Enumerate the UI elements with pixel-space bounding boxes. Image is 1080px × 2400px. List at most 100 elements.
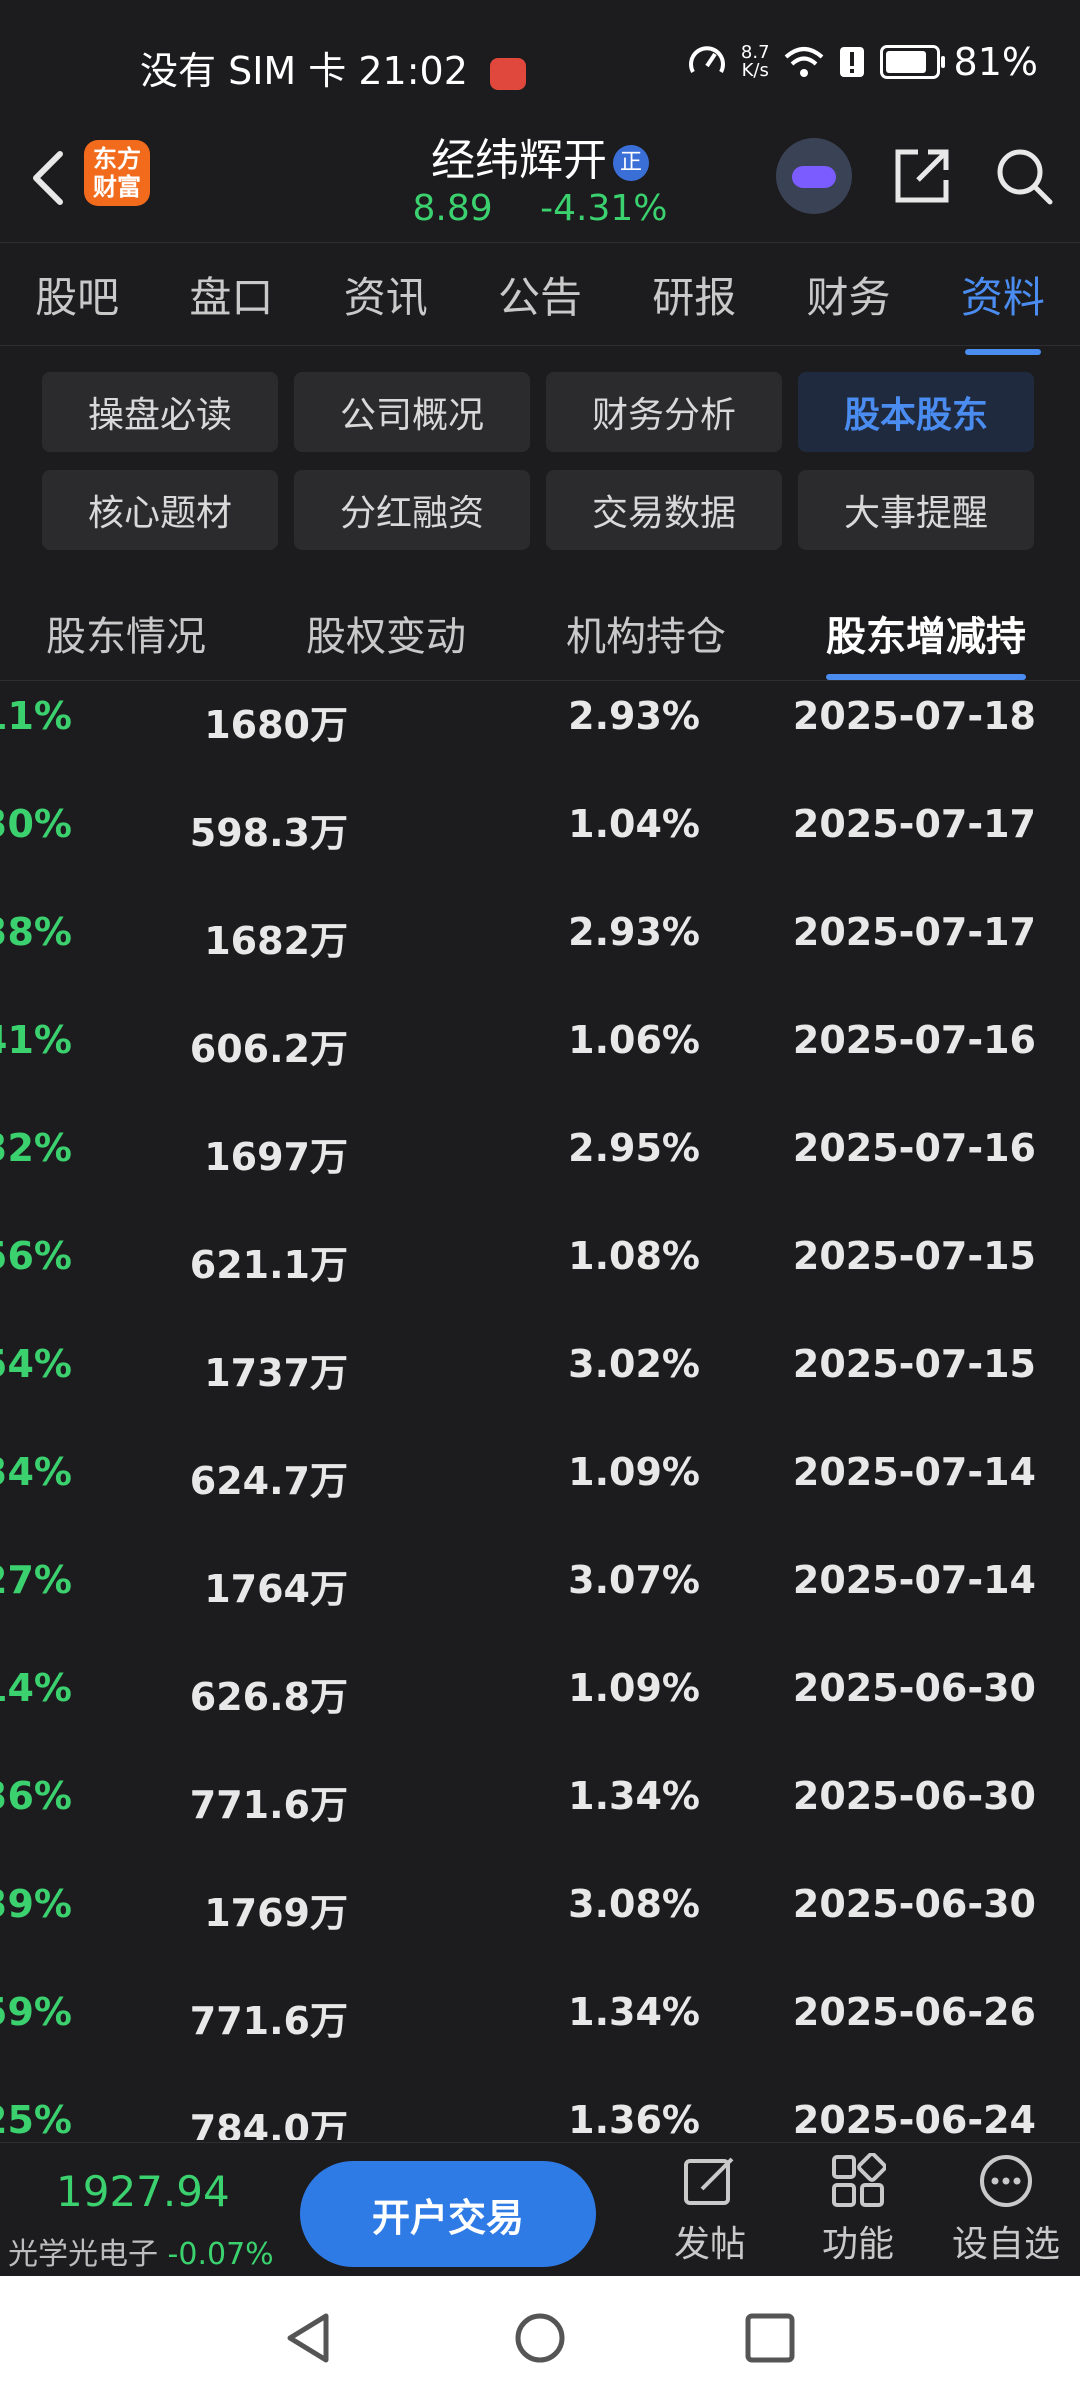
tab-pankou[interactable]: 盘口 — [179, 264, 283, 325]
btn-event-reminders[interactable]: 大事提醒 — [798, 470, 1034, 550]
sector-index[interactable]: 光学光电子 -0.07% — [8, 2229, 274, 2273]
nav-back-icon[interactable] — [280, 2310, 336, 2366]
stock-header: 东方 财富 经纬辉开正 8.89 -4.31% — [0, 120, 1080, 240]
add-watchlist-button[interactable]: 设自选 — [946, 2153, 1066, 2267]
sec-tab-equity-changes[interactable]: 股权变动 — [306, 604, 466, 662]
status-left: 没有 SIM 卡 21:02 — [140, 40, 526, 95]
change-ratio: 59% — [0, 1990, 72, 2034]
share-percent: 1.34% — [568, 1990, 700, 2034]
table-row: 11% 1680万 2.93% 2025-07-18 — [0, 660, 1080, 768]
table-row: 32% 1697万 2.95% 2025-07-16 — [0, 1092, 1080, 1200]
app-notification-icon — [489, 57, 526, 90]
edit-icon — [684, 2157, 734, 2205]
change-date: 2025-07-17 — [792, 910, 1036, 954]
table-row: 39% 1769万 3.08% 2025-06-30 — [0, 1848, 1080, 1956]
post-label: 发帖 — [673, 2224, 746, 2265]
sec-tab-institutions[interactable]: 机构持仓 — [566, 604, 726, 662]
net-speed-unit: K/s — [741, 60, 769, 81]
share-percent: 2.95% — [568, 1126, 700, 1170]
tab-guba[interactable]: 股吧 — [25, 264, 129, 325]
table-row: 38% 1682万 2.93% 2025-07-17 — [0, 876, 1080, 984]
grid-icon — [832, 2153, 886, 2207]
shares-held: 1737万 — [204, 1351, 348, 1395]
tab-news[interactable]: 资讯 — [334, 264, 438, 325]
wifi-icon — [784, 47, 823, 77]
carrier-text: 没有 SIM 卡 — [140, 49, 347, 93]
change-ratio: 38% — [0, 910, 72, 954]
btn-shares-holders[interactable]: 股本股东 — [798, 372, 1034, 452]
change-ratio: 56% — [0, 1234, 72, 1278]
btn-core-themes[interactable]: 核心题材 — [42, 470, 278, 550]
more-icon — [980, 2155, 1032, 2207]
share-percent: 1.08% — [568, 1234, 700, 1278]
clock: 21:02 — [358, 49, 468, 93]
shares-held: 1680万 — [204, 703, 348, 747]
change-date: 2025-07-16 — [792, 1018, 1036, 1062]
sector-name: 光学光电子 — [8, 2237, 158, 2272]
shares-held: 624.7万 — [189, 1459, 348, 1503]
table-row: 34% 624.7万 1.09% 2025-07-14 — [0, 1416, 1080, 1524]
tab-announcements[interactable]: 公告 — [488, 264, 592, 325]
btn-financial-analysis[interactable]: 财务分析 — [546, 372, 782, 452]
shares-held: 1769万 — [204, 1891, 348, 1935]
nav-recents-icon[interactable] — [742, 2310, 798, 2366]
holder-changes-table[interactable]: 11% 1680万 2.93% 2025-07-18 30% 598.3万 1.04% 20… — [0, 660, 1080, 2140]
table-row: 54% 1737万 3.02% 2025-07-15 — [0, 1308, 1080, 1416]
ai-assistant-icon[interactable] — [776, 138, 852, 214]
share-percent: 1.09% — [568, 1666, 700, 1710]
tab-profile[interactable]: 资料 — [951, 264, 1055, 355]
btn-dividends-financing[interactable]: 分红融资 — [294, 470, 530, 550]
change-ratio: 36% — [0, 1774, 72, 1818]
change-date: 2025-07-17 — [792, 802, 1036, 846]
sec-tab-holders[interactable]: 股东情况 — [46, 604, 206, 662]
post-button[interactable]: 发帖 — [650, 2153, 770, 2267]
change-date: 2025-07-16 — [792, 1126, 1036, 1170]
share-percent: 1.36% — [568, 2098, 700, 2140]
change-date: 2025-07-18 — [792, 694, 1036, 738]
status-right: 8.7 K/s 81% — [687, 40, 1038, 84]
tab-finance[interactable]: 财务 — [797, 264, 901, 325]
open-account-button[interactable]: 开户交易 — [300, 2161, 596, 2267]
shares-held: 621.1万 — [189, 1243, 348, 1287]
share-percent: 3.08% — [568, 1882, 700, 1926]
change-date: 2025-07-14 — [792, 1450, 1036, 1494]
change-ratio: 11% — [0, 694, 72, 738]
share-percent: 2.93% — [568, 694, 700, 738]
change-date: 2025-06-24 — [792, 2098, 1036, 2140]
share-percent: 1.34% — [568, 1774, 700, 1818]
functions-button[interactable]: 功能 — [798, 2153, 918, 2267]
btn-company-overview[interactable]: 公司概况 — [294, 372, 530, 452]
change-ratio: 14% — [0, 1666, 72, 1710]
share-percent: 1.09% — [568, 1450, 700, 1494]
table-row: 14% 626.8万 1.09% 2025-06-30 — [0, 1632, 1080, 1740]
add-watchlist-label: 设自选 — [951, 2224, 1060, 2265]
change-date: 2025-06-30 — [792, 1774, 1036, 1818]
change-ratio: 54% — [0, 1342, 72, 1386]
nav-home-icon[interactable] — [512, 2310, 568, 2366]
share-percent: 1.04% — [568, 802, 700, 846]
table-row: 25% 784.0万 1.36% 2025-06-24 — [0, 2064, 1080, 2140]
change-date: 2025-07-14 — [792, 1558, 1036, 1602]
search-icon[interactable] — [992, 144, 1056, 208]
share-percent: 2.93% — [568, 910, 700, 954]
share-icon[interactable] — [890, 144, 954, 208]
btn-must-read[interactable]: 操盘必读 — [42, 372, 278, 452]
battery-percent: 81% — [953, 40, 1038, 84]
stock-price: 8.89 — [412, 188, 493, 229]
change-ratio: 41% — [0, 1018, 72, 1062]
battery-level — [885, 51, 926, 73]
shares-held: 1764万 — [204, 1567, 348, 1611]
shares-held: 606.2万 — [189, 1027, 348, 1071]
change-ratio: 27% — [0, 1558, 72, 1602]
btn-trading-data[interactable]: 交易数据 — [546, 470, 782, 550]
tab-research[interactable]: 研报 — [642, 264, 746, 325]
table-row: 30% 598.3万 1.04% 2025-07-17 — [0, 768, 1080, 876]
table-row: 56% 621.1万 1.08% 2025-07-15 — [0, 1200, 1080, 1308]
sector-index-value[interactable]: 1927.94 — [56, 2167, 230, 2216]
change-ratio: 30% — [0, 802, 72, 846]
speedometer-icon — [688, 46, 725, 73]
change-date: 2025-06-30 — [792, 1882, 1036, 1926]
header-icons — [776, 138, 1056, 214]
shares-held: 598.3万 — [189, 811, 348, 855]
sec-tab-holder-changes[interactable]: 股东增减持 — [826, 604, 1026, 680]
